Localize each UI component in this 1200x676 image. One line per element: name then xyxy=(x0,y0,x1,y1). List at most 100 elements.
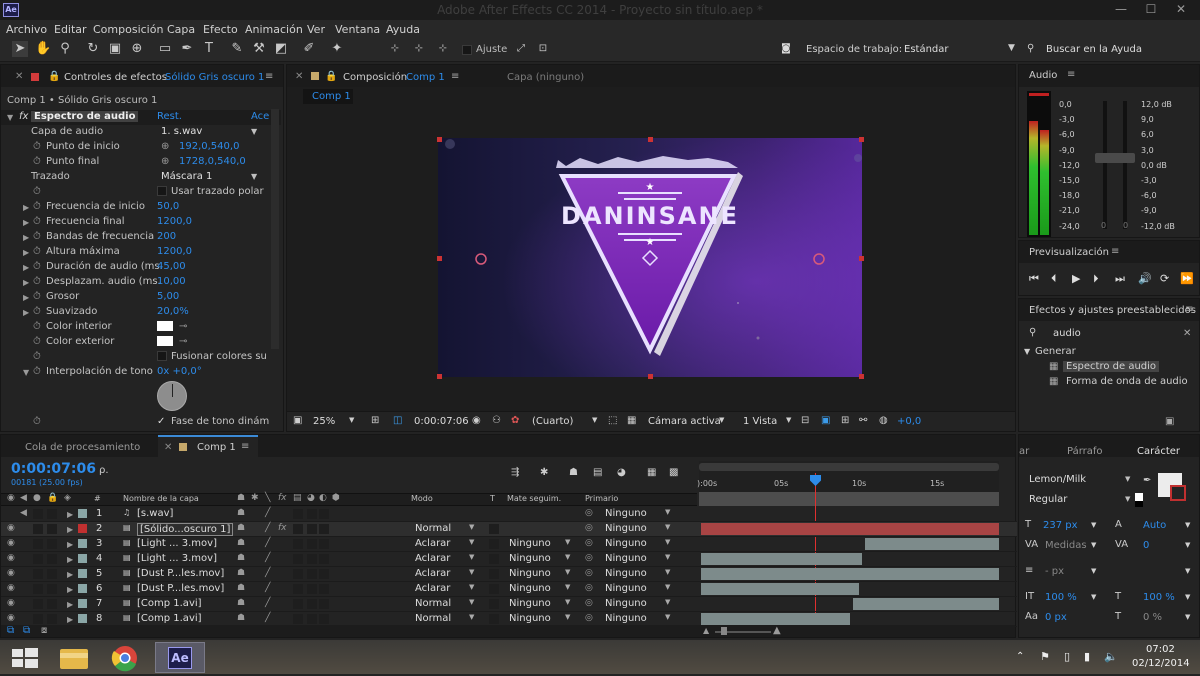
dropdown-icon[interactable]: ▼ xyxy=(565,583,570,591)
effect-collapse-icon[interactable]: ▼ xyxy=(7,113,13,122)
effects-presets-tab[interactable]: Efectos y ajustes preestablecidos xyxy=(1029,305,1196,316)
param-value[interactable]: 10,00 xyxy=(157,276,186,287)
workspace-select[interactable]: Estándar xyxy=(904,44,949,55)
solo-toggle[interactable] xyxy=(33,524,43,534)
time-navigator[interactable] xyxy=(699,463,999,471)
timeline-zoom-thumb[interactable] xyxy=(721,627,727,635)
parent-select[interactable]: Ninguno xyxy=(605,583,647,594)
param-value[interactable]: 200 xyxy=(157,231,176,242)
file-explorer-taskbar-icon[interactable] xyxy=(50,642,100,673)
preserve-transparency-toggle[interactable] xyxy=(489,524,499,534)
switch-cell[interactable] xyxy=(293,539,303,549)
layer-duration-bar[interactable] xyxy=(701,523,999,535)
quality-switch-icon[interactable]: ╱ xyxy=(265,568,270,578)
dropdown-icon[interactable]: ▼ xyxy=(1091,541,1096,549)
layer-label-color[interactable] xyxy=(78,614,87,623)
dropdown-icon[interactable]: ▼ xyxy=(665,598,670,606)
expand-icon[interactable]: ▶ xyxy=(23,278,29,287)
blend-mode-select[interactable]: Aclarar xyxy=(415,538,450,549)
start-button[interactable] xyxy=(0,642,50,673)
zoom-in-icon[interactable]: ▲ xyxy=(773,625,781,636)
table-row[interactable]: ◉ ▶ 2 ▤ [Sólido...oscuro 1] ☗ ╱ fx Normal ▼ ◎ Ningu… xyxy=(1,522,1017,537)
hand-tool-icon[interactable]: ✋ xyxy=(35,41,51,57)
font-size-value[interactable]: 237 px xyxy=(1043,520,1078,531)
resolution-dropdown-icon[interactable]: ▼ xyxy=(592,416,597,424)
zoom-out-icon[interactable]: ▲ xyxy=(703,626,709,635)
tray-battery-icon[interactable]: ▯ xyxy=(1064,650,1070,663)
lock-toggle[interactable] xyxy=(47,524,57,534)
collapse-icon[interactable]: ▼ xyxy=(23,368,29,377)
layer-label-color[interactable] xyxy=(78,509,87,518)
dropdown-icon[interactable]: ▼ xyxy=(1185,593,1190,601)
solo-toggle[interactable] xyxy=(33,614,43,624)
stroke-color-swatch[interactable] xyxy=(1170,485,1186,501)
effects-search-input[interactable]: audio xyxy=(1053,328,1081,339)
audio-tab[interactable]: Audio xyxy=(1029,70,1057,81)
stopwatch-icon[interactable]: ⏱ xyxy=(33,156,41,167)
comp-mini-flowchart-icon[interactable]: ⇶ xyxy=(511,467,519,478)
bounding-handle[interactable] xyxy=(437,256,442,261)
tracking-value[interactable]: 0 xyxy=(1143,540,1149,551)
dropdown-icon[interactable]: ▼ xyxy=(665,508,670,516)
tray-flag-icon[interactable]: ⚑ xyxy=(1040,650,1050,663)
track-matte-select[interactable]: Ninguno xyxy=(509,613,551,624)
help-search-icon[interactable]: ⚲ xyxy=(1027,43,1034,54)
preserve-transparency-toggle[interactable] xyxy=(489,584,499,594)
preserve-transparency-toggle[interactable] xyxy=(489,569,499,579)
timeline-search[interactable]: ρ. xyxy=(99,465,109,476)
layer-label-color[interactable] xyxy=(78,599,87,608)
switch-cell[interactable] xyxy=(293,599,303,609)
quality-switch-icon[interactable]: ╱ xyxy=(265,598,270,608)
quality-switch-icon[interactable]: ╱ xyxy=(265,583,270,593)
blend-mode-select[interactable]: Normal xyxy=(415,613,451,624)
switch-cell[interactable] xyxy=(293,509,303,519)
views-select[interactable]: 1 Vista xyxy=(743,416,777,427)
crosshair-icon[interactable]: ⊕ xyxy=(161,156,169,167)
panel-menu-icon[interactable]: ≡ xyxy=(265,71,273,82)
layer-name[interactable]: [Dust P...les.mov] xyxy=(137,568,224,579)
switch-cell[interactable] xyxy=(307,614,317,624)
switch-cell[interactable] xyxy=(307,509,317,519)
dropdown-icon[interactable]: ▼ xyxy=(251,172,257,181)
graph-editor-icon[interactable]: ▦ xyxy=(647,467,656,478)
preserve-transparency-toggle[interactable] xyxy=(489,539,499,549)
fast-preview-icon[interactable]: ▣ xyxy=(821,415,830,426)
param-value[interactable]: 50,0 xyxy=(157,201,179,212)
dropdown-icon[interactable]: ▼ xyxy=(469,538,474,546)
shy-switch-icon[interactable]: ☗ xyxy=(237,508,245,518)
pen-tool-icon[interactable]: ✒ xyxy=(179,41,195,57)
composition-tab[interactable]: Composición xyxy=(343,72,407,83)
brainstorm-icon[interactable]: ▩ xyxy=(669,467,678,478)
horizontal-scale-value[interactable]: 100 % xyxy=(1143,592,1175,603)
shy-switch-icon[interactable]: ☗ xyxy=(237,583,245,593)
layer-expand-icon[interactable]: ▶ xyxy=(67,525,73,534)
set-white-swatch[interactable] xyxy=(1135,493,1143,501)
clock-date[interactable]: 02/12/2014 xyxy=(1132,658,1190,669)
stopwatch-icon[interactable]: ⏱ xyxy=(33,336,41,347)
dropdown-icon[interactable]: ▼ xyxy=(1091,521,1096,529)
effect-item-audio-waveform[interactable]: Forma de onda de audio xyxy=(1066,376,1188,387)
shy-switch-icon[interactable]: ☗ xyxy=(237,553,245,563)
col-layer-name[interactable]: Nombre de la capa xyxy=(123,494,199,503)
quality-switch-icon[interactable]: ╱ xyxy=(265,538,270,548)
blend-mode-select[interactable]: Normal xyxy=(415,598,451,609)
layer-label-color[interactable] xyxy=(78,584,87,593)
shy-switch-icon[interactable]: ☗ xyxy=(237,523,245,533)
axis-world-icon[interactable]: ⊹ xyxy=(411,41,427,57)
table-row[interactable]: ◉ ▶ 3 ▤ [Light ... 3.mov] ☗ ╱ Aclarar ▼ Ninguno ▼ ◎… xyxy=(1,537,1017,552)
fx-toggle-icon[interactable]: fx xyxy=(278,523,287,533)
new-preset-icon[interactable]: ▣ xyxy=(1165,416,1174,427)
stroke-style-dropdown-icon[interactable]: ▼ xyxy=(1185,567,1190,575)
visibility-eye-icon[interactable]: ◉ xyxy=(7,523,15,533)
rotate-tool-icon[interactable]: ↻ xyxy=(85,41,101,57)
after-effects-taskbar-icon[interactable]: Ae xyxy=(155,642,205,673)
layer-name[interactable]: [Sólido...oscuro 1] xyxy=(137,523,234,536)
axis-local-icon[interactable]: ⊹ xyxy=(387,41,403,57)
menu-ver[interactable]: Ver xyxy=(307,23,325,36)
visibility-eye-icon[interactable]: ◉ xyxy=(7,583,15,593)
toggle-pixel-icon[interactable]: ⊟ xyxy=(801,415,809,426)
switch-cell[interactable] xyxy=(307,539,317,549)
close-button[interactable]: ✕ xyxy=(1166,2,1196,16)
expand-icon[interactable]: ▶ xyxy=(23,263,29,272)
mute-audio-icon[interactable]: 🔊 xyxy=(1138,272,1152,285)
